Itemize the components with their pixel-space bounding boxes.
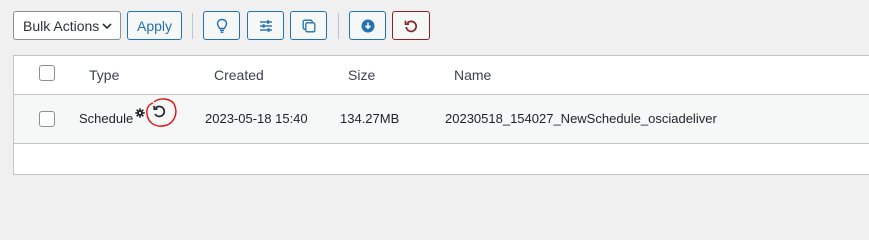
chevron-down-icon (102, 23, 112, 30)
table-header: Type Created Size Name (14, 56, 869, 95)
column-header-type[interactable]: Type (89, 67, 119, 83)
bulk-actions-select[interactable]: Bulk Actions (13, 11, 121, 40)
row-size: 134.27MB (340, 111, 400, 126)
row-restore-icon[interactable] (142, 96, 178, 128)
download-icon (361, 19, 374, 32)
restore-button[interactable] (392, 11, 430, 40)
row-created: 2023-05-18 15:40 (205, 111, 308, 126)
settings-button[interactable] (247, 11, 284, 40)
bulk-actions-label: Bulk Actions (23, 17, 100, 34)
toolbar: Bulk Actions Apply (0, 0, 869, 55)
lightbulb-icon (216, 18, 227, 33)
toolbar-divider (338, 13, 339, 39)
column-header-created[interactable]: Created (214, 67, 264, 83)
apply-label: Apply (136, 17, 173, 34)
annotation-circle (146, 98, 177, 127)
row-type: Schedule (79, 111, 134, 126)
row-name: 20230518_154027_NewSchedule_osciadeliver (445, 111, 717, 126)
column-header-name[interactable]: Name (454, 67, 491, 83)
sliders-icon (259, 19, 272, 32)
restore-icon (404, 20, 417, 32)
column-header-size[interactable]: Size (348, 67, 375, 83)
copy-icon (302, 19, 315, 32)
info-button[interactable] (203, 11, 240, 40)
copy-button[interactable] (290, 11, 327, 40)
toolbar-divider (192, 13, 193, 39)
backups-table: Type Created Size Name Schedule 2023-05-… (13, 55, 869, 175)
table-row: Schedule 2023-05-18 15:40 134.27MB 20230… (14, 95, 869, 144)
row-checkbox[interactable] (39, 111, 55, 127)
select-all-checkbox[interactable] (39, 65, 55, 81)
apply-button[interactable]: Apply (127, 11, 182, 40)
download-button[interactable] (349, 11, 386, 40)
